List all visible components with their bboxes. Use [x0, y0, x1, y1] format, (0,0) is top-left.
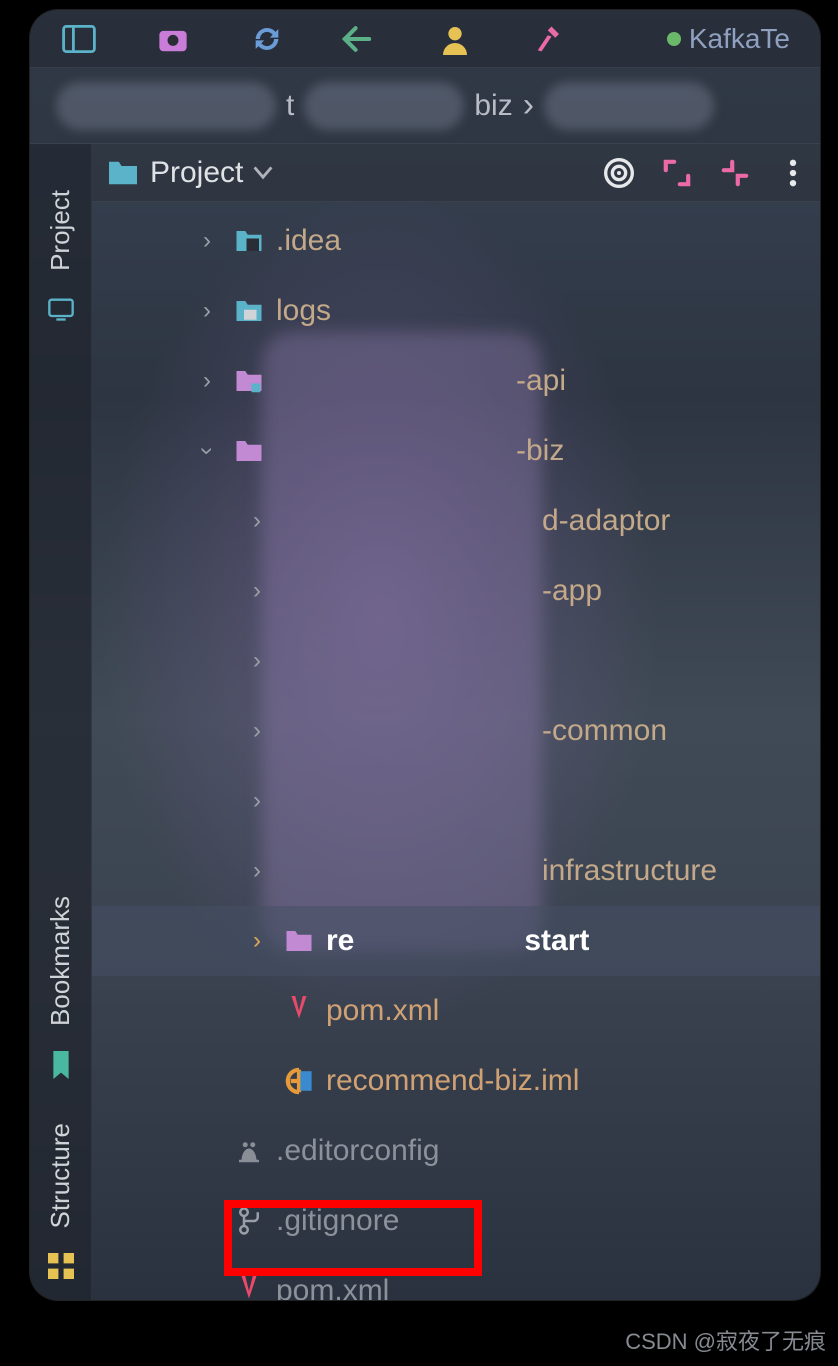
tree-label: -biz: [516, 434, 564, 468]
idea-folder-icon: [232, 224, 266, 258]
monitor-icon[interactable]: [47, 295, 75, 323]
tree-item-adaptor[interactable]: › d-adaptor: [92, 486, 820, 556]
breadcrumb-part[interactable]: t: [286, 89, 294, 123]
chevron-right-icon[interactable]: ›: [192, 297, 222, 325]
tree-label: recommend-biz.iml: [326, 1064, 579, 1098]
module-folder-icon: [232, 364, 266, 398]
tree-item-infra[interactable]: › infrastructure: [92, 836, 820, 906]
tree-label: re: [326, 924, 354, 958]
rail-structure[interactable]: Structure: [45, 1113, 76, 1239]
maven-icon: [232, 1274, 266, 1300]
tree-item-common[interactable]: › -common: [92, 696, 820, 766]
top-toolbar: KafkaTe: [30, 10, 820, 68]
collapse-icon[interactable]: [718, 156, 752, 190]
tree-label: .idea: [276, 224, 341, 258]
module-folder-icon: [232, 434, 266, 468]
tree-item-blank1[interactable]: ›: [92, 626, 820, 696]
module-folder-icon: [282, 924, 316, 958]
breadcrumb-blur: [304, 82, 464, 130]
chevron-right-icon[interactable]: ›: [242, 927, 272, 955]
tree-label: -app: [542, 574, 602, 608]
tree-label: .editorconfig: [276, 1134, 439, 1168]
tree-label: -common: [542, 714, 667, 748]
tree-item-api[interactable]: › -api: [92, 346, 820, 416]
folder-icon: [232, 294, 266, 328]
bookmark-icon[interactable]: [47, 1051, 75, 1079]
tree-item-iml[interactable]: recommend-biz.iml: [92, 1046, 820, 1116]
tree-item-idea[interactable]: › .idea: [92, 206, 820, 276]
structure-icon[interactable]: [47, 1252, 75, 1280]
chevron-down-icon[interactable]: ›: [193, 436, 221, 466]
gitignore-icon: [232, 1204, 266, 1238]
chevron-down-icon: [253, 166, 273, 180]
tree-item-pom-root[interactable]: pom.xml: [92, 1256, 820, 1300]
panel-title[interactable]: Project: [106, 156, 273, 190]
tree-item-blank2[interactable]: ›: [92, 766, 820, 836]
tree-label: -api: [516, 364, 566, 398]
chevron-right-icon[interactable]: ›: [242, 717, 272, 745]
folder-icon: [106, 159, 140, 187]
chevron-right-icon[interactable]: ›: [192, 227, 222, 255]
tree-label: pom.xml: [276, 1274, 389, 1300]
watermark: CSDN @寂夜了无痕: [625, 1324, 826, 1356]
camera-icon[interactable]: [154, 20, 192, 58]
ide-window: KafkaTe t biz › Project Bookmarks: [30, 10, 820, 1300]
rail-project[interactable]: Project: [45, 180, 76, 281]
breadcrumb-part[interactable]: biz: [474, 89, 512, 123]
breadcrumb-separator: ›: [523, 86, 534, 125]
tree-label: start: [524, 924, 589, 958]
more-icon[interactable]: [776, 156, 810, 190]
tree-label: .gitignore: [276, 1204, 399, 1238]
chevron-right-icon[interactable]: ›: [242, 647, 272, 675]
tree-item-biz[interactable]: › -biz: [92, 416, 820, 486]
expand-icon[interactable]: [660, 156, 694, 190]
project-panel: Project: [92, 144, 820, 1300]
sync-icon[interactable]: [248, 20, 286, 58]
tree-item-start[interactable]: › re start: [92, 906, 820, 976]
chevron-right-icon[interactable]: ›: [242, 857, 272, 885]
rail-bookmarks[interactable]: Bookmarks: [45, 886, 76, 1036]
tree-label: infrastructure: [542, 854, 717, 888]
undo-icon[interactable]: [342, 20, 380, 58]
user-icon[interactable]: [436, 20, 474, 58]
iml-icon: [282, 1064, 316, 1098]
tree-label: d-adaptor: [542, 504, 670, 538]
chevron-right-icon[interactable]: ›: [242, 507, 272, 535]
breadcrumb-bar: t biz ›: [30, 68, 820, 144]
layout-icon[interactable]: [60, 20, 98, 58]
tree-item-gitignore[interactable]: .gitignore: [92, 1186, 820, 1256]
run-config-label[interactable]: KafkaTe: [667, 23, 790, 55]
chevron-right-icon[interactable]: ›: [192, 367, 222, 395]
breadcrumb-blur: [56, 82, 276, 130]
tree-item-logs[interactable]: › logs: [92, 276, 820, 346]
main-area: Project Bookmarks Structure: [30, 144, 820, 1300]
chevron-right-icon[interactable]: ›: [242, 787, 272, 815]
project-panel-header: Project: [92, 144, 820, 202]
tree-item-editorconfig[interactable]: .editorconfig: [92, 1116, 820, 1186]
hammer-icon[interactable]: [530, 20, 568, 58]
project-tree[interactable]: › .idea › logs ›: [92, 202, 820, 1300]
chevron-right-icon[interactable]: ›: [242, 577, 272, 605]
tree-item-app[interactable]: › -app: [92, 556, 820, 626]
left-tool-rail: Project Bookmarks Structure: [30, 144, 92, 1300]
tree-label: logs: [276, 294, 331, 328]
target-icon[interactable]: [602, 156, 636, 190]
tree-item-pom-biz[interactable]: pom.xml: [92, 976, 820, 1046]
editorconfig-icon: [232, 1134, 266, 1168]
breadcrumb-blur: [544, 82, 714, 130]
maven-icon: [282, 994, 316, 1028]
tree-label: pom.xml: [326, 994, 439, 1028]
